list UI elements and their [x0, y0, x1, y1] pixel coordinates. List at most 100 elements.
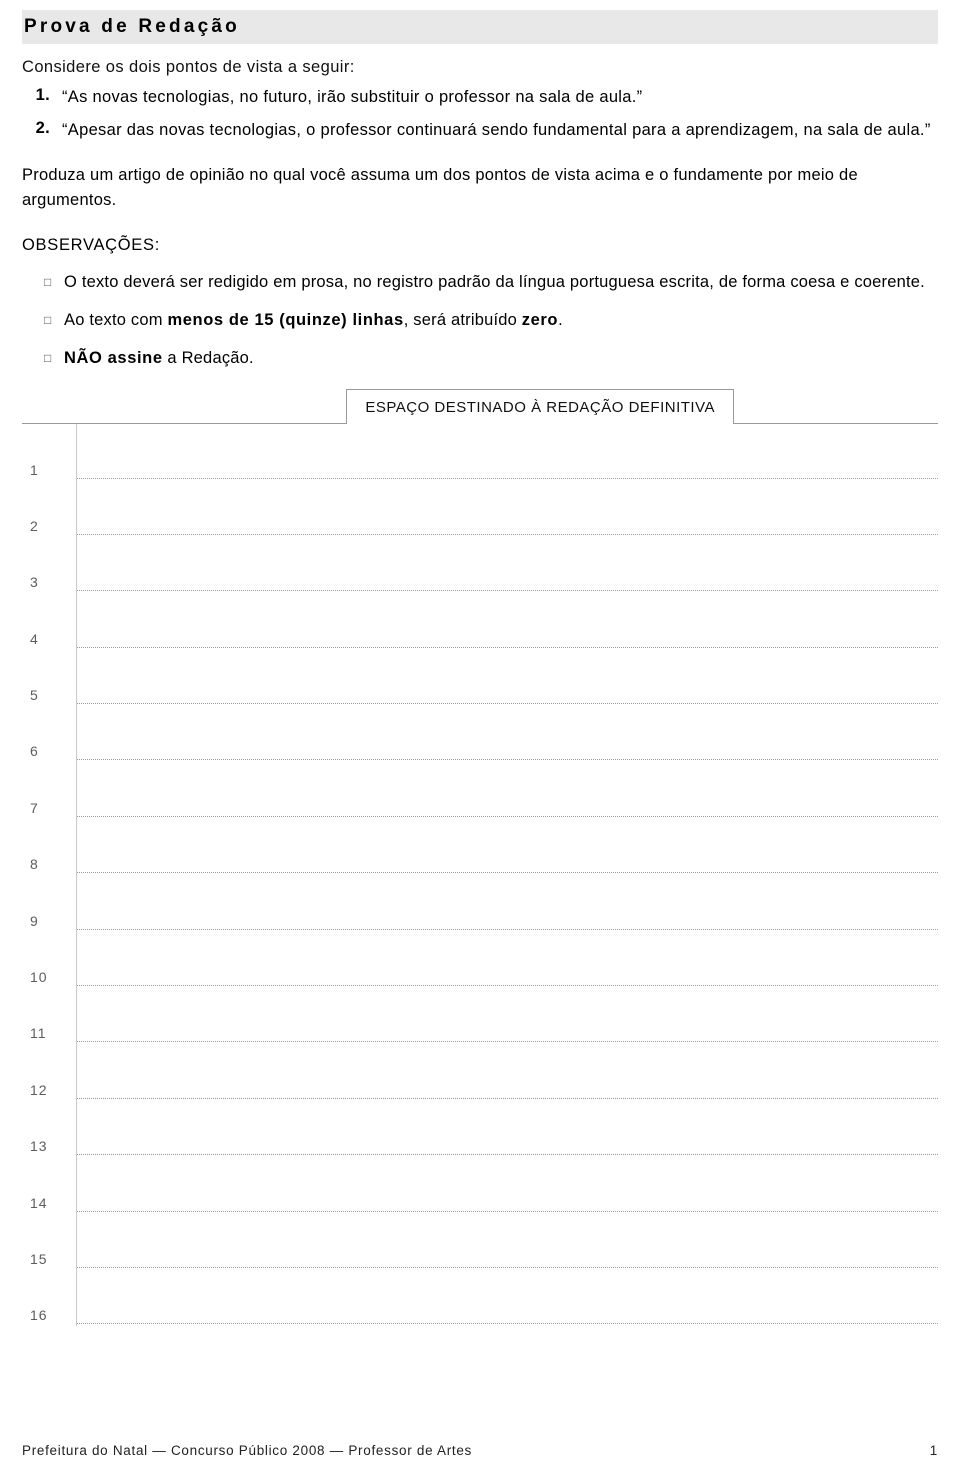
observation-span: O texto deverá ser redigido em prosa, no…: [64, 273, 925, 292]
answer-line-rule[interactable]: [76, 590, 938, 592]
answer-line-number: 3: [30, 574, 39, 591]
answer-margin-rule: [76, 706, 77, 763]
instruction-text: Produza um artigo de opinião no qual voc…: [22, 165, 858, 209]
footer-text: Prefeitura do Natal — Concurso Público 2…: [22, 1443, 473, 1458]
answer-margin-rule: [76, 988, 77, 1045]
page-title-bar: Prova de Redação: [22, 10, 938, 44]
page-title: Prova de Redação: [24, 16, 240, 37]
observation-item: □ NÃO assine a Redação.: [22, 347, 938, 371]
exam-page: Prova de Redação Considere os dois ponto…: [0, 10, 960, 1476]
answer-margin-rule: [76, 1157, 77, 1214]
observation-span: Ao texto com: [64, 311, 168, 330]
answer-line-row[interactable]: 11: [22, 988, 938, 1045]
answer-line-row[interactable]: 9: [22, 875, 938, 932]
answer-line-rule[interactable]: [76, 1154, 938, 1156]
viewpoint-2-text: “Apesar das novas tecnologias, o profess…: [62, 120, 931, 139]
answer-line-number: 10: [30, 969, 48, 986]
answer-line-rule[interactable]: [76, 477, 938, 479]
page-footer: Prefeitura do Natal — Concurso Público 2…: [22, 1443, 938, 1458]
answer-line-number: 5: [30, 687, 39, 704]
viewpoint-1-number: 1.: [35, 86, 50, 104]
answer-line-row[interactable]: 4: [22, 593, 938, 650]
observation-emphasis: menos de 15 (quinze) linhas: [167, 311, 404, 330]
footer-page-number: 1: [929, 1443, 938, 1458]
answer-line-number: 7: [30, 799, 39, 816]
answer-margin-rule: [76, 424, 77, 481]
observations-label: OBSERVAÇÕES:: [22, 236, 160, 255]
observation-item: □ O texto deverá ser redigido em prosa, …: [22, 271, 938, 295]
answer-line-rule[interactable]: [76, 1041, 938, 1043]
answer-line-row[interactable]: 14: [22, 1157, 938, 1214]
answer-line-row[interactable]: 7: [22, 762, 938, 819]
answer-line-row[interactable]: 6: [22, 706, 938, 763]
viewpoint-1-text: “As novas tecnologias, no futuro, irão s…: [62, 88, 643, 106]
observation-span: , será atribuído: [403, 311, 522, 330]
answer-margin-rule: [76, 1044, 77, 1101]
answer-line-number: 2: [30, 517, 39, 534]
square-bullet-icon: □: [44, 313, 52, 328]
viewpoint-item-1: 1. “As novas tecnologias, no futuro, irã…: [22, 86, 938, 110]
answer-line-rule[interactable]: [76, 759, 938, 761]
answer-margin-rule: [76, 818, 77, 876]
viewpoint-2-number: 2.: [35, 118, 50, 137]
square-bullet-icon: □: [44, 351, 52, 366]
answer-line-row[interactable]: 3: [22, 536, 938, 594]
answer-line-number: 1: [30, 461, 39, 478]
answer-line-row[interactable]: 1: [22, 424, 938, 481]
observation-emphasis: NÃO assine: [64, 349, 163, 368]
answer-line-row[interactable]: 10: [22, 931, 938, 989]
answer-area-header: ESPAÇO DESTINADO À REDAÇÃO DEFINITIVA: [22, 389, 938, 425]
answer-lines: 1 2 3 4 5 6 7 8 9 10 11 12 13 14 15 16: [22, 423, 938, 1327]
answer-line-rule[interactable]: [76, 533, 938, 535]
viewpoint-item-2: 2. “Apesar das novas tecnologias, o prof…: [22, 119, 938, 143]
observations-list: □ O texto deverá ser redigido em prosa, …: [22, 271, 938, 371]
answer-line-row[interactable]: 2: [22, 480, 938, 537]
answer-margin-rule: [76, 649, 77, 707]
observation-emphasis: zero: [521, 311, 559, 330]
answer-margin-rule: [76, 1213, 77, 1270]
square-bullet-icon: □: [44, 275, 52, 290]
answer-margin-rule: [76, 931, 77, 989]
answer-line-number: 6: [30, 743, 39, 760]
answer-line-number: 15: [30, 1250, 48, 1267]
answer-line-rule[interactable]: [76, 1266, 938, 1268]
observation-span: .: [558, 311, 563, 330]
answer-line-rule[interactable]: [76, 1097, 938, 1099]
answer-line-number: 16: [30, 1307, 48, 1324]
answer-margin-rule: [76, 875, 77, 932]
answer-margin-rule: [76, 1269, 77, 1327]
observation-text-3: NÃO assine a Redação.: [64, 347, 938, 371]
answer-line-number: 13: [30, 1138, 48, 1155]
answer-line-number: 11: [30, 1025, 47, 1042]
answer-margin-rule: [76, 1100, 77, 1158]
intro-lead: Considere os dois pontos de vista a segu…: [22, 58, 355, 76]
observation-text-2: Ao texto com menos de 15 (quinze) linhas…: [64, 309, 938, 333]
answer-line-rule[interactable]: [76, 703, 938, 705]
answer-area-label: ESPAÇO DESTINADO À REDAÇÃO DEFINITIVA: [365, 398, 715, 416]
answer-line-rule[interactable]: [76, 1210, 938, 1212]
answer-margin-rule: [76, 536, 77, 594]
answer-area-label-box: ESPAÇO DESTINADO À REDAÇÃO DEFINITIVA: [346, 389, 734, 425]
answer-margin-rule: [76, 480, 77, 537]
answer-line-rule[interactable]: [76, 1323, 938, 1325]
answer-line-number: 4: [30, 630, 39, 647]
answer-line-row[interactable]: 8: [22, 818, 938, 876]
answer-line-rule[interactable]: [76, 646, 938, 648]
answer-line-rule[interactable]: [76, 815, 938, 817]
answer-line-row[interactable]: 16: [22, 1269, 938, 1327]
answer-margin-rule: [76, 593, 77, 650]
answer-margin-rule: [76, 762, 77, 819]
answer-line-row[interactable]: 12: [22, 1044, 938, 1101]
observation-text-1: O texto deverá ser redigido em prosa, no…: [64, 271, 938, 295]
answer-line-row[interactable]: 15: [22, 1213, 938, 1270]
answer-line-rule[interactable]: [76, 872, 938, 874]
answer-line-number: 9: [30, 912, 39, 929]
observation-span: a Redação.: [162, 349, 254, 368]
answer-line-row[interactable]: 13: [22, 1100, 938, 1158]
answer-line-number: 12: [30, 1081, 48, 1098]
answer-line-rule[interactable]: [76, 985, 938, 987]
answer-line-rule[interactable]: [76, 928, 938, 930]
observation-item: □ Ao texto com menos de 15 (quinze) linh…: [22, 309, 938, 333]
answer-line-number: 8: [30, 856, 39, 873]
answer-line-row[interactable]: 5: [22, 649, 938, 707]
